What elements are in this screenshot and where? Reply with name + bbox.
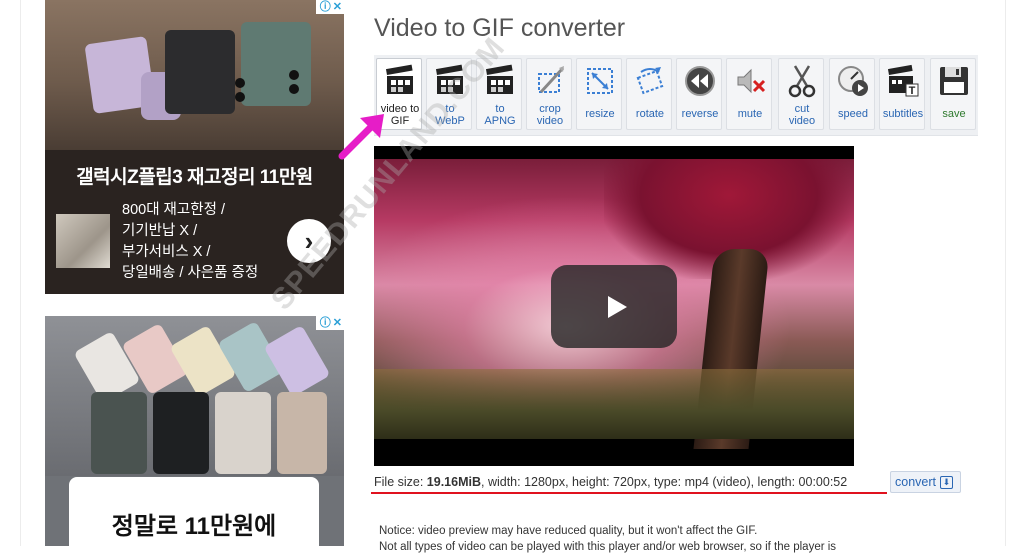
- tool-crop-video[interactable]: crop video: [526, 58, 572, 130]
- page-title: Video to GIF converter: [374, 14, 626, 42]
- ad-line: 800대 재고한정 /: [122, 202, 225, 218]
- annotation-underline: [371, 492, 887, 494]
- tool-label: to: [495, 103, 505, 115]
- notice-line: Not all types of video can be played wit…: [379, 541, 837, 553]
- play-icon: [607, 295, 627, 318]
- tool-rotate[interactable]: rotate: [626, 58, 672, 130]
- page-border-left: [20, 0, 21, 546]
- ad-info-icon[interactable]: ⓘ: [320, 317, 331, 329]
- tool-save[interactable]: save: [930, 58, 976, 130]
- ad-info-icon[interactable]: ⓘ: [320, 1, 331, 13]
- convert-label: convert: [895, 475, 936, 489]
- tool-reverse[interactable]: reverse: [676, 58, 722, 130]
- crop-icon: [538, 66, 565, 94]
- tool-label: reverse: [681, 108, 719, 120]
- tool-mute[interactable]: mute: [726, 58, 772, 130]
- ad-badge[interactable]: ⓘ ✕: [316, 0, 344, 14]
- subtitles-icon: T: [887, 64, 919, 97]
- file-size-value: 19.16MiB: [426, 475, 481, 489]
- floppy-icon: [940, 67, 968, 95]
- resize-icon: [587, 68, 613, 94]
- ad-badge[interactable]: ⓘ ✕: [316, 316, 344, 330]
- video-player[interactable]: [374, 146, 854, 466]
- download-icon: ⬇: [940, 475, 953, 489]
- tool-label: resize: [585, 108, 615, 120]
- tool-label: crop: [539, 103, 561, 115]
- clapperboard-icon: [385, 64, 413, 94]
- ad-headline: 정말로 11만원에: [111, 513, 277, 540]
- speed-icon: [838, 66, 868, 96]
- tool-speed[interactable]: speed: [829, 58, 875, 130]
- notice-line: Notice: video preview may have reduced q…: [379, 525, 758, 537]
- tool-subtitles[interactable]: T subtitles: [879, 58, 925, 130]
- tool-resize[interactable]: resize: [576, 58, 622, 130]
- tool-label: save: [942, 108, 966, 120]
- file-size-label: File size:: [374, 475, 427, 489]
- svg-text:T: T: [909, 85, 916, 97]
- tool-label: video: [536, 115, 564, 127]
- scissors-icon: [788, 65, 816, 98]
- rotate-icon: [636, 67, 664, 95]
- ad-banner-top[interactable]: ⓘ ✕ 갤럭시Z플립3 재고정리 11만원 800대 재고한정 / 기기반납 X…: [45, 0, 344, 294]
- tool-label: APNG: [484, 115, 516, 127]
- convert-button[interactable]: convert ⬇: [890, 471, 961, 493]
- tool-label: speed: [838, 108, 868, 120]
- mute-icon: [737, 68, 766, 94]
- file-details: , width: 1280px, height: 720px, type: mp…: [481, 475, 848, 489]
- ad-close-icon[interactable]: ✕: [333, 317, 342, 329]
- tool-label: cut: [794, 103, 810, 115]
- tool-label: subtitles: [882, 108, 924, 120]
- tool-cut-video[interactable]: cut video: [778, 58, 824, 130]
- page-border-right: [1005, 0, 1006, 546]
- notice-text: Notice: video preview may have reduced q…: [379, 523, 979, 555]
- ad-headline: 갤럭시Z플립3 재고정리 11만원: [76, 167, 313, 188]
- ad-banner-bottom[interactable]: ⓘ ✕ 정말로 11만원에: [45, 316, 344, 546]
- file-info: File size: 19.16MiB, width: 1280px, heig…: [374, 475, 847, 489]
- tool-label: mute: [737, 108, 763, 120]
- tool-label: video: [788, 115, 816, 127]
- ad-close-icon[interactable]: ✕: [333, 1, 342, 13]
- ad-thumbnail: [56, 214, 110, 268]
- ad-product-image: [45, 0, 344, 150]
- reverse-icon: [685, 66, 715, 96]
- play-button[interactable]: [551, 265, 677, 348]
- ad-product-image: [45, 316, 344, 476]
- tool-label: rotate: [635, 108, 665, 120]
